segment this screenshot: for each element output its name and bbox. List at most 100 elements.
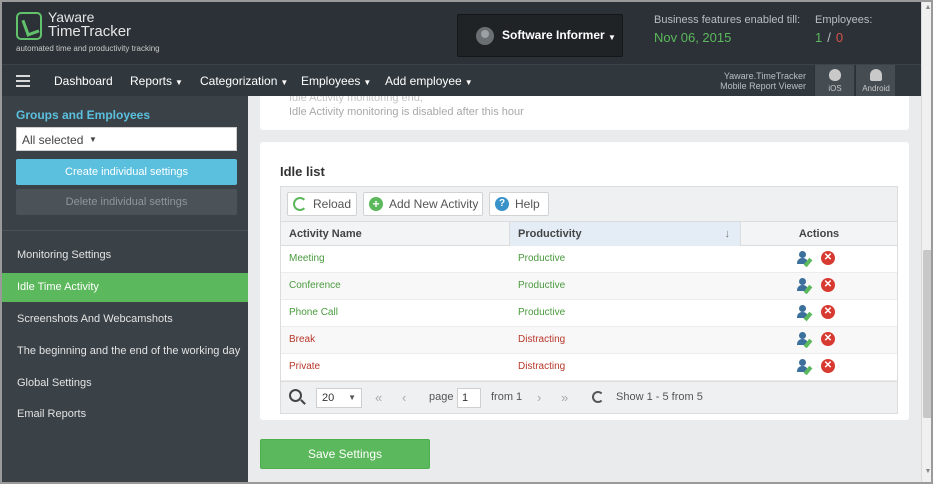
column-productivity[interactable]: Productivity ↓ [510,222,741,246]
last-page-icon[interactable]: » [561,390,568,405]
chevron-down-icon: ▼ [464,78,473,87]
nav-item-employees[interactable]: Employees ▼ [301,74,371,88]
employees-count: 1 / 0 [815,30,843,45]
delete-icon[interactable]: ✕ [821,278,835,292]
sidebar-item-working-day[interactable]: The beginning and the end of the working… [2,337,248,366]
reload-icon [293,197,307,211]
scroll-down-icon[interactable]: ▼ [922,468,931,475]
sidebar-item-email-reports[interactable]: Email Reports [2,400,248,429]
logo-mark-icon [16,12,42,40]
company-selector[interactable]: Software Informer ▼ [457,14,623,57]
first-page-icon[interactable]: « [375,390,382,405]
activity-name-cell: Conference [289,280,341,291]
mobile-label-line1: Yaware.TimeTracker [723,71,806,81]
edit-user-icon[interactable] [797,278,813,295]
employees-used: 1 [815,30,823,45]
sidebar-divider [2,230,248,231]
edit-user-icon[interactable] [797,251,813,268]
reload-button[interactable]: Reload [287,192,357,216]
plus-icon: + [369,197,383,211]
table-row: Phone Call Productive ✕ [281,300,897,327]
chevron-down-icon: ▼ [175,78,183,87]
logo[interactable]: Yaware TimeTracker automated time and pr… [16,10,176,56]
delete-icon[interactable]: ✕ [821,332,835,346]
android-app-button[interactable]: Android [855,65,895,96]
productivity-cell: Productive [518,280,566,291]
scroll-up-icon[interactable]: ▲ [922,4,931,11]
employees-total: 0 [835,30,844,45]
scrollbar-thumb[interactable] [923,250,931,418]
page-number-input[interactable]: 1 [457,388,481,408]
business-label: Business features enabled till: [654,14,801,26]
table-row: Meeting Productive ✕ [281,246,897,273]
next-page-icon[interactable]: › [537,390,541,405]
edit-user-icon[interactable] [797,359,813,376]
delete-icon[interactable]: ✕ [821,305,835,319]
idle-list-title: Idle list [280,164,325,179]
sidebar-item-screenshots[interactable]: Screenshots And Webcamshots [2,305,248,334]
employees-separator: / [827,30,831,45]
nav-item-reports[interactable]: Reports ▼ [130,74,183,88]
idle-list-toolbar: Reload + Add New Activity ? Help [280,186,898,221]
groups-title: Groups and Employees [16,108,151,122]
column-actions: Actions [798,228,840,240]
add-new-activity-button[interactable]: + Add New Activity [363,192,483,216]
employees-label: Employees: [815,14,873,26]
activity-name-cell: Phone Call [289,307,338,318]
sort-arrow-icon: ↓ [724,228,731,240]
chevron-down-icon: ▼ [348,393,356,402]
ios-app-button[interactable]: iOS [814,65,854,96]
save-settings-button[interactable]: Save Settings [260,439,430,469]
edit-user-icon[interactable] [797,305,813,322]
mobile-label-line2: Mobile Report Viewer [720,81,806,91]
group-select[interactable]: All selected ▼ [16,127,237,151]
chevron-down-icon: ▼ [363,78,372,87]
page-from-label: from 1 [491,391,523,403]
pager-summary: Show 1 - 5 from 5 [616,391,703,403]
menu-icon[interactable] [16,75,30,87]
sidebar-item-global-settings[interactable]: Global Settings [2,369,248,398]
column-activity-name[interactable]: Activity Name [281,222,510,246]
nav-item-add-employee[interactable]: Add employee ▼ [385,74,473,88]
create-individual-settings-button[interactable]: Create individual settings [16,159,237,185]
edit-user-icon[interactable] [797,332,813,349]
app-header: Yaware TimeTracker automated time and pr… [2,2,921,64]
chevron-down-icon: ▼ [89,135,97,144]
help-button[interactable]: ? Help [489,192,549,216]
chevron-down-icon: ▼ [608,33,616,42]
productivity-cell: Distracting [518,334,566,345]
logo-line2: TimeTracker [48,23,132,40]
idle-monitoring-end-text: Idle Activity monitoring end, [289,96,423,104]
delete-individual-settings-button[interactable]: Delete individual settings [16,189,237,215]
reload-label: Reload [313,197,352,211]
column-productivity-label: Productivity [518,228,582,240]
sidebar: Groups and Employees All selected ▼ Crea… [2,96,248,482]
prev-page-icon[interactable]: ‹ [402,390,406,405]
idle-activity-table: Activity Name Productivity ↓ Actions Mee… [280,221,898,414]
table-row: Break Distracting ✕ [281,327,897,354]
productivity-cell: Distracting [518,361,566,372]
chevron-down-icon: ▼ [280,78,289,87]
mobile-viewer-label: Yaware.TimeTracker Mobile Report Viewer [710,71,806,91]
nav-item-label: Add employee [385,74,462,88]
refresh-icon[interactable] [592,391,604,403]
productivity-cell: Productive [518,307,566,318]
page-scrollbar[interactable]: ▲ ▼ [921,2,931,482]
activity-name-cell: Break [289,334,316,345]
help-icon: ? [495,197,509,211]
sidebar-item-idle-time-activity[interactable]: Idle Time Activity [2,273,248,302]
page-label: page [429,391,454,403]
nav-item-categorization[interactable]: Categorization ▼ [200,74,288,88]
nav-item-dashboard[interactable]: Dashboard [54,74,113,88]
help-label: Help [515,197,540,211]
android-label: Android [862,84,890,93]
delete-icon[interactable]: ✕ [821,359,835,373]
nav-item-label: Dashboard [54,74,113,88]
delete-icon[interactable]: ✕ [821,251,835,265]
sidebar-item-monitoring-settings[interactable]: Monitoring Settings [2,241,248,270]
idle-monitoring-hint: Idle Activity monitoring is disabled aft… [289,106,524,118]
page-size-select[interactable]: 20 ▼ [316,388,362,408]
android-icon [870,69,882,81]
search-icon[interactable] [289,389,302,402]
nav-item-label: Employees [301,74,361,88]
